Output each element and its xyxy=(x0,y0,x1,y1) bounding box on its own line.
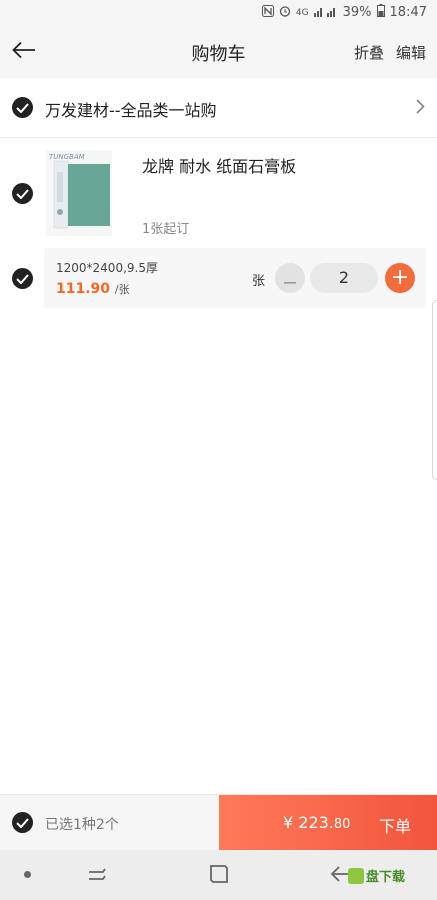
checkout-button[interactable]: ¥ 223.80 下单 xyxy=(219,795,437,851)
sku-price: 111.90 /张 xyxy=(56,281,130,297)
nav-bar: 购物车 折叠 编辑 xyxy=(0,26,437,78)
back-arrow-icon xyxy=(12,41,36,63)
home-icon[interactable] xyxy=(208,863,230,889)
place-order-label[interactable]: 下单 xyxy=(379,813,411,837)
select-all-checkbox[interactable] xyxy=(12,812,33,833)
shop-select-checkbox[interactable] xyxy=(12,97,33,118)
status-bar: 4G 39% 18:47 xyxy=(0,0,437,26)
sku-price-unit: /张 xyxy=(114,283,130,296)
fold-button[interactable]: 折叠 xyxy=(354,42,384,63)
watermark: 盘下载 xyxy=(348,866,405,885)
status-icons: 4G 39% 18:47 xyxy=(261,4,427,21)
quantity-input[interactable]: 2 xyxy=(310,263,378,293)
edge-panel-handle[interactable] xyxy=(432,300,437,480)
edit-button[interactable]: 编辑 xyxy=(396,42,426,63)
alarm-icon xyxy=(279,5,291,21)
shop-row[interactable]: 万发建材--全品类一站购 xyxy=(0,78,437,138)
nfc-icon xyxy=(261,4,274,21)
sku-spec: 1200*2400,9.5厚 xyxy=(56,261,158,275)
product-select-checkbox[interactable] xyxy=(12,183,33,204)
decrease-quantity-button[interactable] xyxy=(275,263,305,293)
signal-icon xyxy=(313,5,338,21)
increase-quantity-button[interactable] xyxy=(385,263,415,293)
network-type: 4G xyxy=(295,7,309,18)
sku-unit-label: 张 xyxy=(252,274,266,289)
sku-price-value: 111.90 xyxy=(56,281,111,297)
sku-box: 1200*2400,9.5厚 111.90 /张 张 2 xyxy=(44,248,426,308)
total-price: ¥ 223.80 xyxy=(283,813,350,832)
watermark-text: 盘下载 xyxy=(366,870,406,885)
svg-text:TUNGBAM: TUNGBAM xyxy=(49,153,85,161)
product-thumbnail[interactable]: TUNGBAM xyxy=(46,150,112,236)
cart-content: 万发建材--全品类一站购 TUNGBAM 龙牌 耐水 纸面石膏板 1张起订 12… xyxy=(0,78,437,794)
minus-icon xyxy=(284,269,296,288)
battery-icon xyxy=(376,4,385,21)
chevron-right-icon[interactable] xyxy=(416,99,425,118)
product-title[interactable]: 龙牌 耐水 纸面石膏板 xyxy=(142,153,296,177)
clock: 18:47 xyxy=(389,5,427,20)
total-cents: 80 xyxy=(333,817,351,832)
nav-dot-icon[interactable] xyxy=(24,871,31,878)
total-main: ¥ 223. xyxy=(283,813,334,832)
selected-summary: 已选1种2个 xyxy=(45,817,119,833)
watermark-logo-icon xyxy=(348,867,364,884)
plus-icon xyxy=(393,269,407,288)
recent-apps-icon[interactable] xyxy=(86,863,108,889)
cart-footer: 已选1种2个 ¥ 223.80 下单 xyxy=(0,794,437,851)
shop-name[interactable]: 万发建材--全品类一站购 xyxy=(45,97,217,121)
sku-row: 1200*2400,9.5厚 111.90 /张 张 2 xyxy=(0,248,437,312)
back-button[interactable] xyxy=(10,38,38,66)
minimum-order-text: 1张起订 xyxy=(142,222,190,237)
battery-percent: 39% xyxy=(342,5,372,20)
product-item[interactable]: TUNGBAM 龙牌 耐水 纸面石膏板 1张起订 xyxy=(0,138,437,248)
sku-select-checkbox[interactable] xyxy=(12,268,33,289)
